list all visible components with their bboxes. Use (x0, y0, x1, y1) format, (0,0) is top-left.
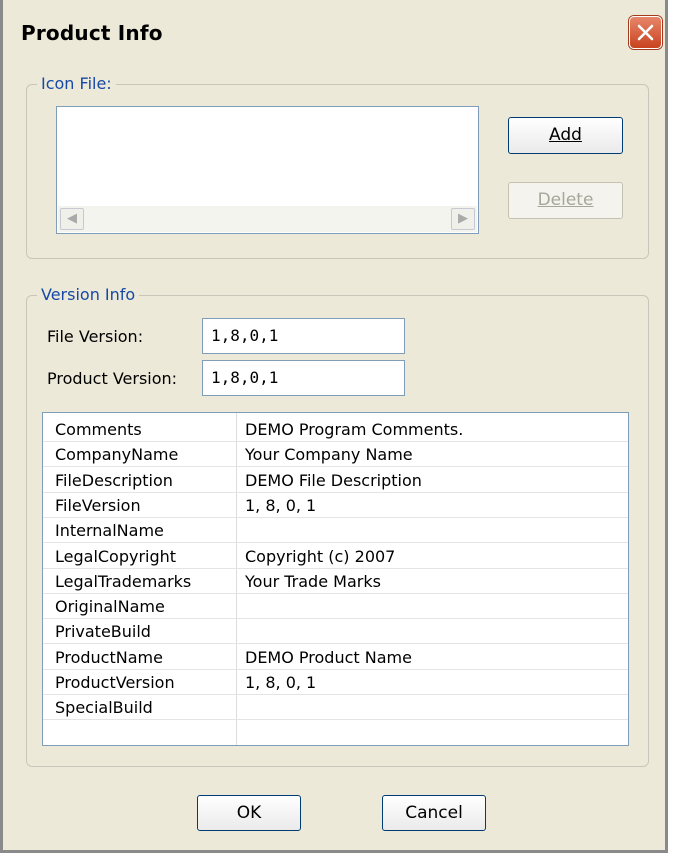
property-name: FileVersion (55, 495, 141, 515)
cancel-button-label: Cancel (405, 803, 463, 823)
table-row[interactable] (43, 721, 628, 745)
property-value[interactable]: 1, 8, 0, 1 (245, 673, 316, 692)
table-row[interactable]: PrivateBuild (43, 619, 628, 645)
close-button[interactable] (629, 16, 662, 49)
add-button-label: Add (549, 125, 582, 145)
property-name: FileDescription (55, 470, 173, 490)
table-row[interactable]: InternalName (43, 518, 628, 544)
property-value[interactable]: Your Trade Marks (245, 572, 381, 591)
property-value[interactable]: DEMO Program Comments. (245, 420, 463, 439)
property-name: CompanyName (55, 445, 179, 465)
version-info-legend: Version Info (37, 285, 140, 304)
add-button[interactable]: Add (508, 117, 623, 154)
table-row[interactable]: LegalCopyright Copyright (c) 2007 (43, 544, 628, 569)
title-bar[interactable]: Product Info (3, 0, 671, 60)
table-row[interactable]: ProductName DEMO Product Name (43, 645, 628, 670)
property-name: InternalName (55, 521, 164, 541)
table-row[interactable]: FileDescription DEMO File Description (43, 468, 628, 493)
window-title: Product Info (21, 21, 163, 45)
icon-file-legend: Icon File: (37, 74, 116, 93)
table-row[interactable]: ProductVersion 1, 8, 0, 1 (43, 670, 628, 695)
property-value[interactable]: DEMO File Description (245, 471, 422, 490)
ok-button-label: OK (236, 803, 262, 823)
property-name: LegalTrademarks (55, 571, 192, 591)
table-row[interactable]: CompanyName Your Company Name (43, 442, 628, 468)
product-version-label: Product Version: (47, 369, 178, 388)
properties-table[interactable]: Comments DEMO Program Comments. CompanyNam… (42, 412, 629, 746)
property-value[interactable]: DEMO Product Name (245, 648, 412, 667)
property-name: ProductVersion (55, 673, 175, 692)
table-row[interactable]: OriginalName (43, 594, 628, 620)
table-row[interactable]: Comments DEMO Program Comments. (43, 417, 628, 442)
product-version-input[interactable]: 1,8,0,1 (202, 360, 405, 396)
table-row[interactable]: LegalTrademarks Your Trade Marks (43, 569, 628, 594)
file-version-input[interactable]: 1,8,0,1 (202, 318, 405, 354)
ok-button[interactable]: OK (197, 795, 301, 831)
table-row[interactable]: FileVersion 1, 8, 0, 1 (43, 493, 628, 518)
property-value[interactable]: Copyright (c) 2007 (245, 547, 395, 566)
icon-file-list[interactable]: ◀ ▶ (56, 106, 479, 234)
close-icon (637, 24, 654, 41)
property-name: ProductName (55, 647, 163, 667)
property-value[interactable]: 1, 8, 0, 1 (245, 496, 316, 515)
file-version-label: File Version: (47, 327, 144, 346)
property-name: Comments (55, 420, 142, 439)
property-name: OriginalName (55, 597, 165, 617)
scroll-left-button[interactable]: ◀ (60, 208, 84, 230)
cancel-button[interactable]: Cancel (382, 795, 486, 831)
property-name: SpecialBuild (55, 698, 153, 718)
delete-button[interactable]: Delete (508, 182, 623, 219)
property-value[interactable]: Your Company Name (245, 445, 413, 464)
property-name: PrivateBuild (55, 622, 151, 642)
scroll-right-button[interactable]: ▶ (451, 208, 475, 230)
table-row[interactable]: SpecialBuild (43, 695, 628, 721)
property-name: LegalCopyright (55, 546, 177, 566)
horizontal-scrollbar[interactable]: ◀ ▶ (58, 206, 477, 232)
product-info-dialog: Product Info Icon File: ◀ ▶ Add Delete V… (0, 0, 668, 853)
delete-button-label: Delete (537, 190, 594, 210)
